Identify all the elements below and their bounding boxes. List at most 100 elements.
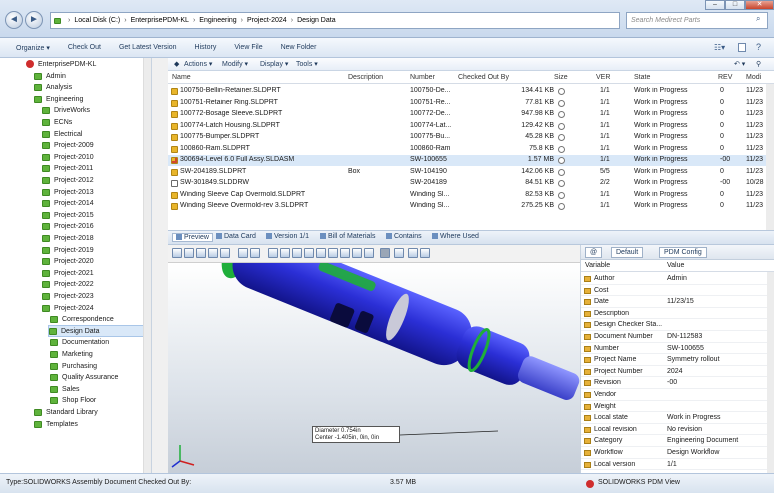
undo-icon[interactable]: ↶ ▾ — [734, 60, 745, 68]
front-view-icon[interactable] — [268, 248, 278, 258]
tree-item[interactable]: Documentation — [50, 337, 109, 349]
filter-icon[interactable]: ⚲ — [756, 60, 761, 68]
close-button[interactable]: ✕ — [745, 0, 774, 10]
tree-item[interactable]: Project-2011 — [42, 163, 93, 175]
forward-icon[interactable]: ► — [25, 11, 43, 29]
tree-item[interactable]: Templates — [34, 418, 78, 430]
view-file-button[interactable]: View File — [234, 44, 262, 51]
column-revision[interactable]: REV — [718, 74, 732, 81]
left-view-icon[interactable] — [292, 248, 302, 258]
list-scrollbar[interactable] — [766, 84, 774, 230]
column-modified[interactable]: Modi — [746, 74, 761, 81]
property-row[interactable]: Local state Work in Progress — [581, 412, 767, 424]
property-row[interactable]: Description — [581, 308, 767, 320]
address-bar[interactable]: › Local Disk (C:) › EnterprisePDM-KL › E… — [50, 12, 620, 29]
tree-item[interactable]: Project-2015 — [42, 209, 94, 221]
property-row[interactable]: Author Admin — [581, 273, 767, 285]
measure-icon[interactable] — [380, 248, 390, 258]
tree-item[interactable]: Project-2016 — [42, 221, 94, 233]
tools-menu[interactable]: Tools ▾ — [296, 60, 318, 68]
tree-scrollbar[interactable] — [143, 58, 151, 473]
wireframe-icon[interactable] — [250, 248, 260, 258]
tab-preview[interactable]: Preview — [172, 233, 213, 242]
file-row[interactable]: SW-204189.SLDPRT Box SW-104190 142.06 KB 5/5… — [168, 167, 768, 178]
tab-at[interactable]: @ — [585, 247, 603, 258]
cube-view-icon[interactable] — [364, 248, 374, 258]
tree-item[interactable]: Project-2010 — [42, 151, 94, 163]
file-row[interactable]: 100775-Bumper.SLDPRT 100775-Bu... 45.28 KB… — [168, 132, 768, 143]
column-description[interactable]: Description — [348, 74, 383, 81]
properties-scrollbar[interactable] — [767, 272, 774, 473]
zoom-area-icon[interactable] — [184, 248, 194, 258]
tree-item[interactable]: Project-2009 — [42, 140, 94, 152]
check-out-button[interactable]: Check Out — [68, 44, 101, 51]
tree-item[interactable]: Marketing — [50, 348, 93, 360]
property-row[interactable]: Workflow Design Workflow — [581, 447, 767, 459]
property-row[interactable]: Design Checker Sta... — [581, 319, 767, 331]
file-row[interactable]: 100751-Retainer Ring.SLDPRT 100751-Re... 7… — [168, 98, 768, 109]
new-folder-button[interactable]: New Folder — [281, 44, 317, 51]
property-row[interactable]: Revision -00 — [581, 377, 767, 389]
tree-item[interactable]: Electrical — [42, 128, 82, 140]
views-icon[interactable]: ☷▾ — [714, 43, 725, 52]
tree-item[interactable]: Project-2024 — [42, 302, 94, 314]
rotate-icon[interactable] — [208, 248, 218, 258]
property-row[interactable]: Vendor — [581, 389, 767, 401]
tree-item[interactable]: DriveWorks — [42, 105, 90, 117]
tab-where-used[interactable]: Where Used — [432, 233, 479, 240]
column-name[interactable]: Name — [172, 74, 191, 81]
tree-item[interactable]: Project-2021 — [42, 267, 94, 279]
actions-menu[interactable]: Actions ▾ — [184, 60, 212, 68]
breadcrumb-local-disk[interactable]: Local Disk (C:) — [74, 17, 120, 24]
tree-item[interactable]: Purchasing — [50, 360, 97, 372]
display-menu[interactable]: Display ▾ — [260, 60, 288, 68]
tree-item[interactable]: Quality Assurance — [50, 372, 118, 384]
property-row[interactable]: Weight — [581, 401, 767, 413]
top-view-icon[interactable] — [316, 248, 326, 258]
tree-item[interactable]: Admin — [34, 70, 66, 82]
tree-item[interactable]: Project-2014 — [42, 198, 94, 210]
file-row[interactable]: SW-301849.SLDDRW SW-204189 84.51 KB 2/2 Work… — [168, 178, 768, 189]
maximize-button[interactable]: □ — [725, 0, 745, 10]
property-row[interactable]: Project Number 2024 — [581, 366, 767, 378]
breadcrumb-design-data[interactable]: Design Data — [297, 17, 336, 24]
column-version[interactable]: VER — [596, 74, 610, 81]
tree-item[interactable]: Analysis — [34, 82, 72, 94]
property-row[interactable]: Number SW-100655 — [581, 343, 767, 355]
breadcrumb-engineering[interactable]: Engineering — [199, 17, 236, 24]
tab-contains[interactable]: Contains — [386, 233, 422, 240]
tree-item[interactable]: Project-2019 — [42, 244, 94, 256]
tree-item[interactable]: Project-2012 — [42, 174, 94, 186]
back-view-icon[interactable] — [280, 248, 290, 258]
history-button[interactable]: History — [195, 44, 217, 51]
file-row[interactable]: 100860-Ram.SLDPRT 100860-Ram 75.8 KB 1/1 Wor… — [168, 144, 768, 155]
minimize-button[interactable]: – — [705, 0, 725, 10]
tree-item[interactable]: Standard Library — [34, 406, 98, 418]
pencil-icon[interactable] — [420, 248, 430, 258]
tab-bill-of-materials[interactable]: Bill of Materials — [320, 233, 375, 240]
property-row[interactable]: Document Number DN-112583 — [581, 331, 767, 343]
column-size[interactable]: Size — [554, 74, 568, 81]
tree-item[interactable]: Design Data — [48, 325, 148, 338]
shaded-icon[interactable] — [238, 248, 248, 258]
search-input[interactable]: Search Medirect Parts — [626, 12, 768, 29]
preview-pane-icon[interactable] — [738, 43, 746, 52]
property-row[interactable]: Project Name Symmetry rollout — [581, 354, 767, 366]
file-row[interactable]: Winding Sleeve Overmold-rev 3.SLDPRT Wind… — [168, 201, 768, 212]
file-row[interactable]: Winding Sleeve Cap Overmold.SLDPRT Windin… — [168, 190, 768, 201]
tree-item[interactable]: ECNs — [42, 116, 72, 128]
right-view-icon[interactable] — [304, 248, 314, 258]
property-row[interactable]: Date 11/23/15 — [581, 296, 767, 308]
tree-item[interactable]: Project-2022 — [42, 279, 94, 291]
markup-icon[interactable] — [408, 248, 418, 258]
property-row[interactable]: Local revision No revision — [581, 424, 767, 436]
tree-item[interactable]: Engineering — [34, 93, 83, 105]
tree-item[interactable]: Sales — [50, 383, 80, 395]
tree-item[interactable]: Project-2023 — [42, 290, 94, 302]
file-row[interactable]: 300694-Level 6.0 Full Assy.SLDASM SW-1006… — [168, 155, 768, 166]
bottom-view-icon[interactable] — [328, 248, 338, 258]
search-icon[interactable]: ⌕ — [756, 14, 760, 24]
column-checked-out-by[interactable]: Checked Out By — [458, 74, 509, 81]
pan-icon[interactable] — [220, 248, 230, 258]
tree-item[interactable]: Project-2013 — [42, 186, 94, 198]
